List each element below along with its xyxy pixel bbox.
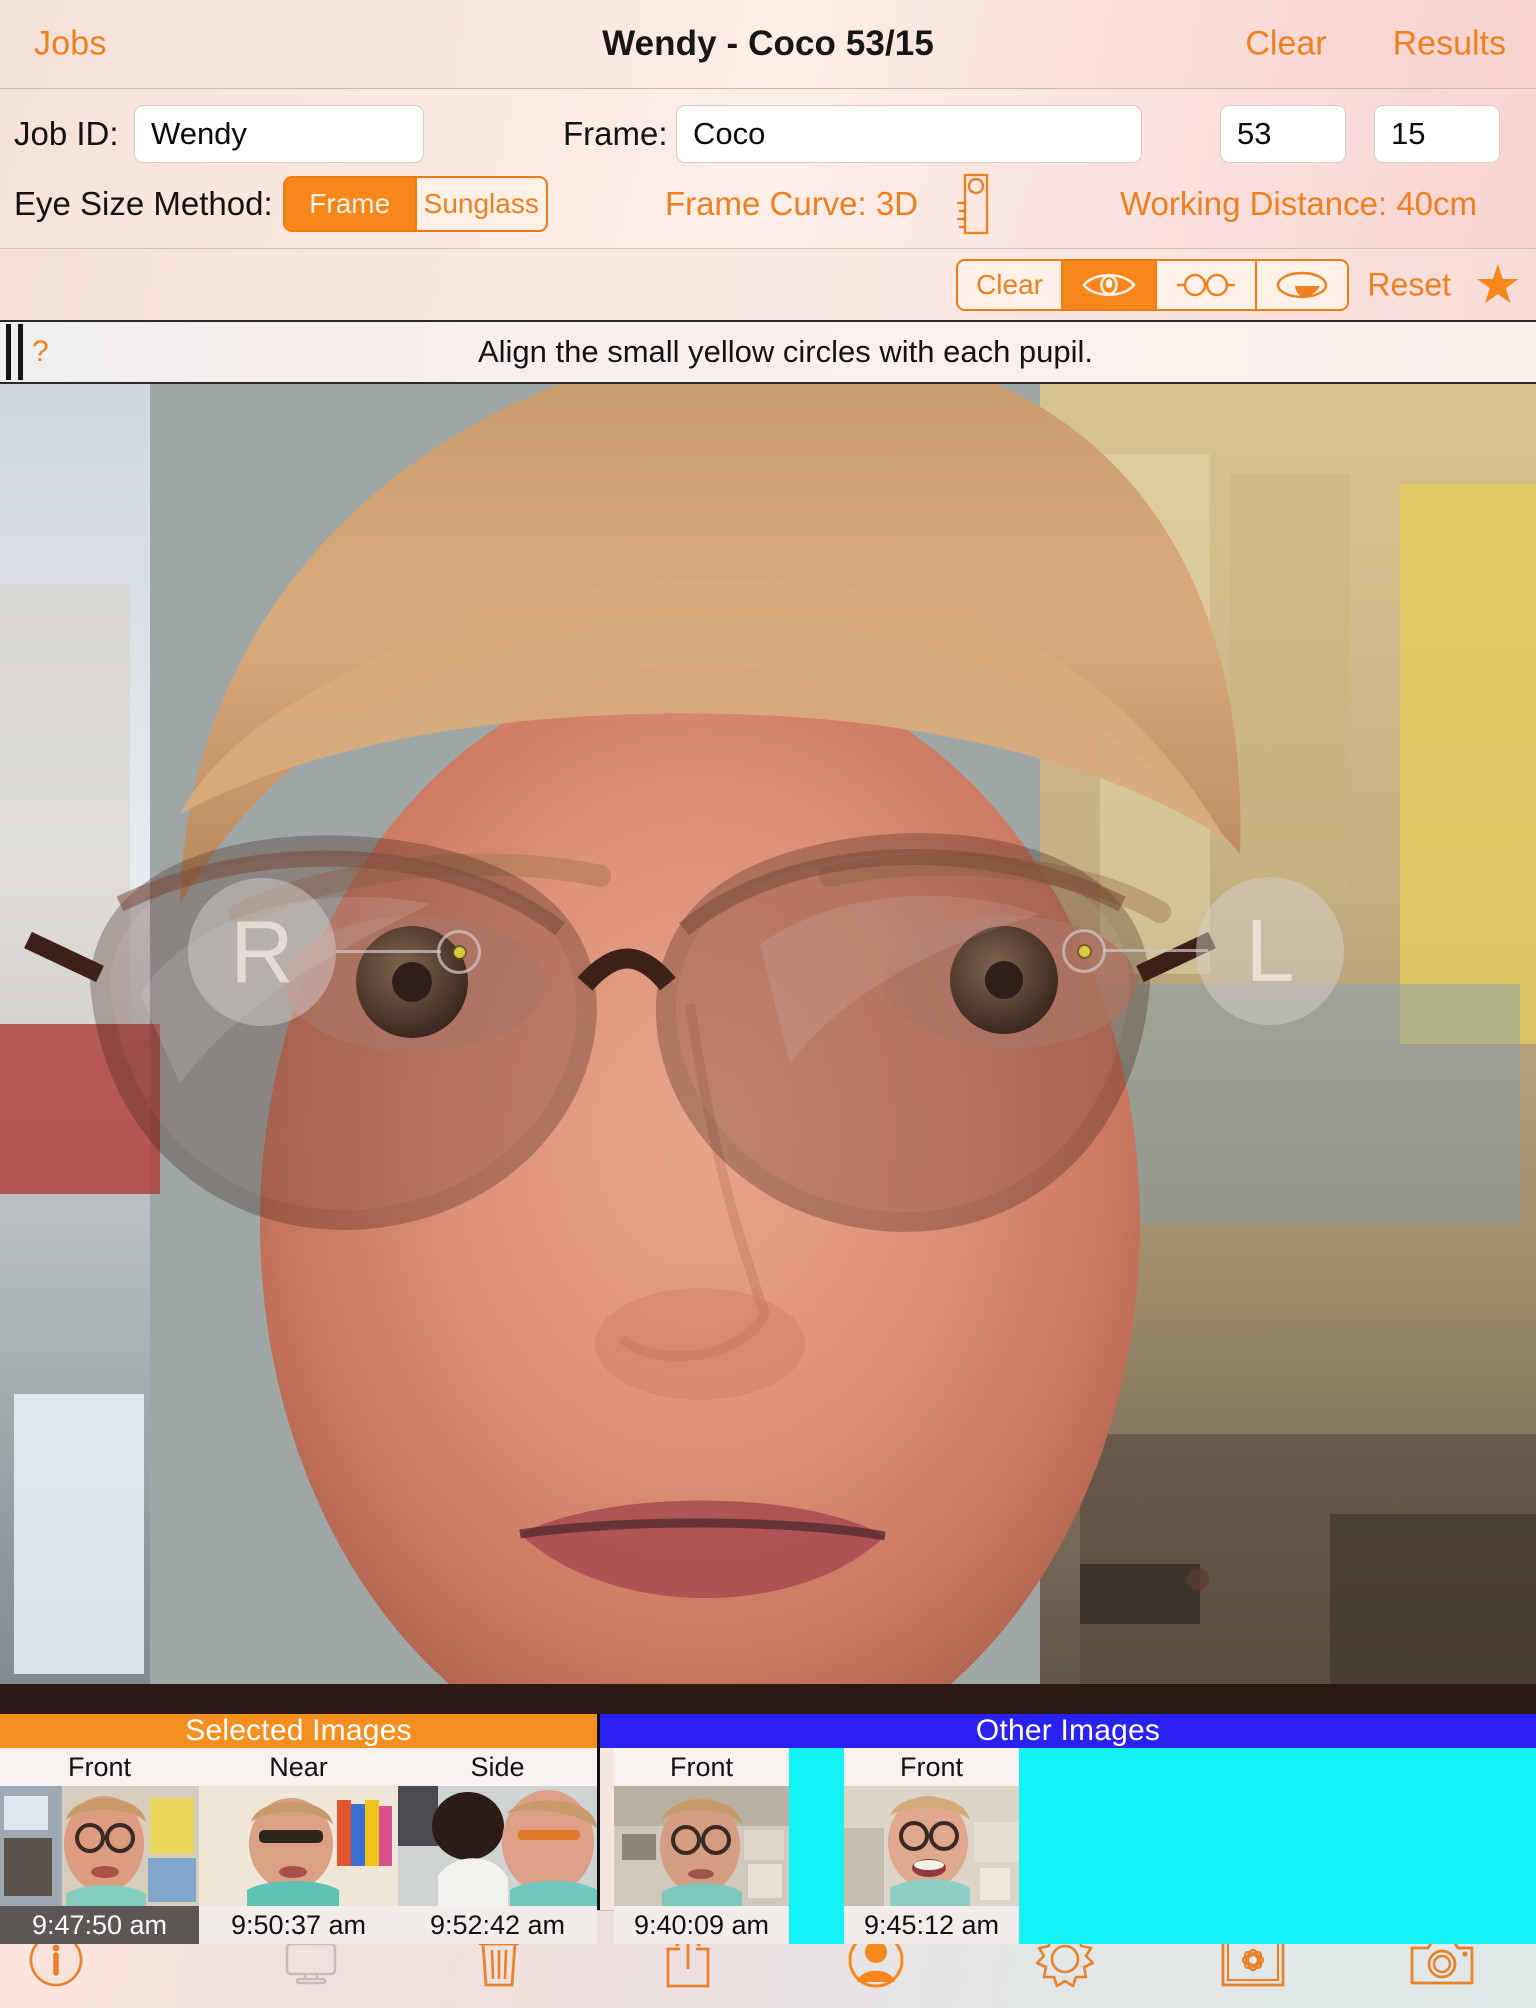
left-pupil-dot [1078, 945, 1090, 957]
list-item[interactable]: Side 9:52:42 am [398, 1748, 597, 1944]
job-info-panel: Job ID: Wendy Frame: Coco 53 15 Eye Size… [0, 88, 1536, 248]
ruler-icon[interactable] [956, 173, 990, 235]
right-marker-label[interactable]: R [188, 878, 336, 1026]
instruction-bar: ? Align the small yellow circles with ea… [0, 320, 1536, 384]
app-root: Jobs Wendy - Coco 53/15 Clear Results Jo… [0, 0, 1536, 2008]
image-strip: Selected Images Front 9:47:50 am Near 9:… [0, 1714, 1536, 1944]
eye-icon [1081, 270, 1137, 300]
thumb-caption: Near [199, 1748, 398, 1786]
thumb-empty-area [1019, 1748, 1536, 1944]
frame-bridge-input[interactable]: 15 [1374, 105, 1500, 163]
mode-lens-button[interactable] [1255, 260, 1347, 309]
other-images-group: Other Images Front 9:40:09 am Front 9:45… [600, 1714, 1536, 1944]
clear-button[interactable]: Clear [1245, 25, 1326, 64]
eye-size-method-segmented-control[interactable]: Frame Sunglass [283, 176, 548, 232]
list-item[interactable]: Front [844, 1748, 1019, 1944]
measure-clear-button[interactable]: Clear [958, 261, 1061, 309]
results-button[interactable]: Results [1393, 25, 1506, 64]
measurement-toolbar: Clear Reset ★ [0, 248, 1536, 320]
glasses-icon [1175, 272, 1237, 298]
eye-size-method-label: Eye Size Method: [14, 185, 273, 222]
thumb-caption: Side [398, 1748, 597, 1786]
jobs-back-button[interactable]: Jobs [34, 25, 107, 64]
segment-frame[interactable]: Frame [285, 178, 415, 230]
thumb-image[interactable] [199, 1786, 398, 1906]
frame-label: Frame: [563, 115, 668, 152]
selected-images-header: Selected Images [0, 1714, 597, 1748]
right-pupil-target[interactable] [437, 930, 481, 974]
mode-glasses-button[interactable] [1155, 260, 1255, 309]
drag-handle[interactable] [6, 324, 23, 380]
method-row: Eye Size Method: Frame Sunglass Frame Cu… [0, 173, 1536, 235]
right-marker-connector [336, 950, 441, 953]
working-distance-button[interactable]: Working Distance: 40cm [1120, 185, 1477, 223]
other-images-header: Other Images [600, 1714, 1536, 1748]
left-marker-connector [1103, 949, 1208, 952]
thumb-caption: Front [844, 1748, 1019, 1786]
right-pupil-dot [453, 946, 465, 958]
reset-button[interactable]: Reset [1367, 266, 1451, 303]
thumb-image[interactable] [398, 1786, 597, 1906]
navigation-bar: Jobs Wendy - Coco 53/15 Clear Results [0, 0, 1536, 88]
measure-mode-segmented-control[interactable]: Clear [956, 258, 1349, 311]
instruction-text: Align the small yellow circles with each… [477, 334, 1094, 369]
job-id-input[interactable]: Wendy [134, 105, 424, 163]
frame-curve-button[interactable]: Frame Curve: 3D [665, 185, 918, 223]
photo-image [0, 384, 1536, 1684]
selected-images-group: Selected Images Front 9:47:50 am Near 9:… [0, 1714, 597, 1944]
thumb-caption: Front [614, 1748, 789, 1786]
list-item[interactable]: Near 9:50:37 am [199, 1748, 398, 1944]
thumb-timestamp: 9:40:09 am [614, 1906, 789, 1944]
thumb-image[interactable] [0, 1786, 199, 1906]
frame-eyesize-input[interactable]: 53 [1220, 105, 1346, 163]
thumb-caption: Front [0, 1748, 199, 1786]
list-item[interactable]: Front [0, 1748, 199, 1944]
mode-eye-button[interactable] [1061, 260, 1155, 309]
lens-icon [1275, 271, 1329, 299]
left-marker-label[interactable]: L [1196, 877, 1344, 1025]
left-pupil-target[interactable] [1062, 929, 1106, 973]
thumb-timestamp: 9:45:12 am [844, 1906, 1019, 1944]
job-fields-row: Job ID: Wendy Frame: Coco 53 15 [0, 103, 1536, 165]
measurement-photo[interactable]: R L [0, 384, 1536, 1714]
navbar-actions: Clear Results [1245, 25, 1506, 64]
frame-name-input[interactable]: Coco [676, 105, 1142, 163]
thumb-image[interactable] [614, 1786, 789, 1906]
help-question-icon[interactable]: ? [32, 335, 49, 369]
thumb-timestamp: 9:50:37 am [199, 1906, 398, 1944]
thumb-timestamp: 9:47:50 am [0, 1906, 199, 1944]
thumb-gap [789, 1748, 844, 1944]
other-thumb-row: Front 9:40:09 am Front 9:45:12 am [600, 1748, 1536, 1944]
star-icon[interactable]: ★ [1474, 258, 1522, 312]
list-item[interactable]: Front [614, 1748, 789, 1944]
job-id-label: Job ID: [14, 115, 119, 152]
thumb-image[interactable] [844, 1786, 1019, 1906]
segment-sunglass[interactable]: Sunglass [414, 178, 547, 230]
selected-thumb-row: Front 9:47:50 am Near 9:50:37 am Side 9:… [0, 1748, 597, 1944]
thumb-timestamp: 9:52:42 am [398, 1906, 597, 1944]
